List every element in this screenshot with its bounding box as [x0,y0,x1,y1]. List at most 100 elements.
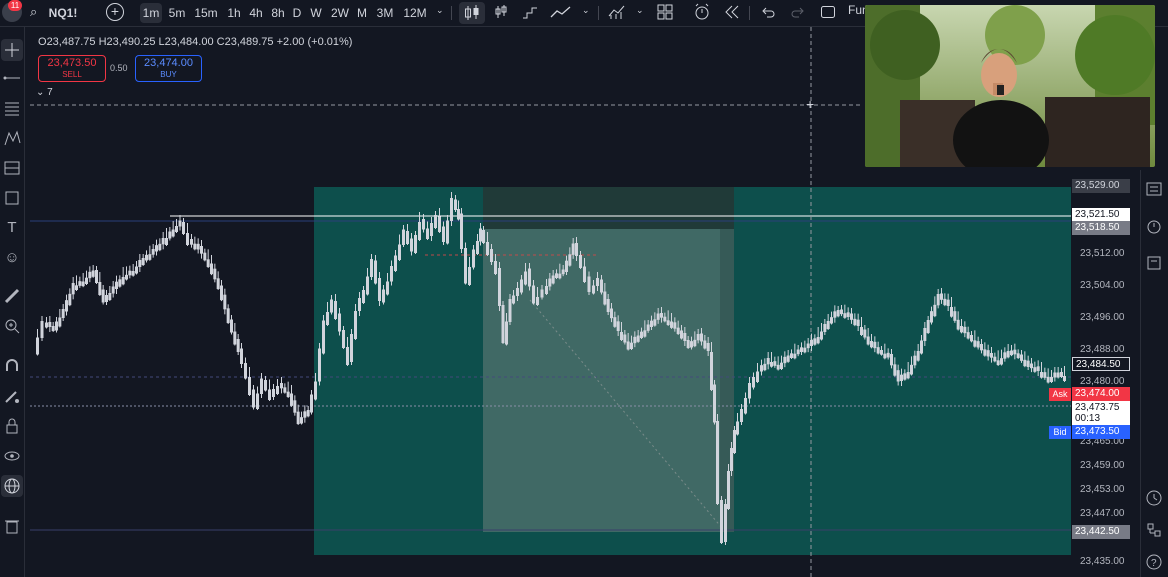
candle-body [976,341,980,348]
timeframe-8h[interactable]: 8h [268,3,288,23]
candle-body [916,351,920,361]
emoji-icon[interactable]: ☺ [1,247,23,269]
fullscreen-icon[interactable] [820,4,836,20]
timeframe-12m[interactable]: 12M [401,3,429,23]
candle-body [430,223,433,236]
replay-icon[interactable] [724,4,740,20]
candle-body [996,360,1000,365]
pattern-icon[interactable] [1,127,23,149]
alert-icon[interactable] [693,3,711,21]
candle-body [813,338,817,345]
trend-line-icon[interactable] [1,67,23,89]
candle-body [883,353,887,359]
timeframe-d[interactable]: D [290,3,304,23]
watchlist-icon[interactable] [1145,180,1163,198]
candle-body [310,394,313,413]
candle-body [616,321,620,331]
candle-body [950,307,953,317]
candle-body [780,362,783,369]
shapes-icon[interactable] [1,187,23,209]
candle-body [673,322,677,329]
candle-body [334,301,337,319]
candle-body [816,337,820,344]
alerts-panel-icon[interactable] [1145,218,1163,236]
candle-body [468,267,471,285]
axis-label: 23,496.00 [1080,312,1125,323]
candle-body [476,241,479,254]
candle-body [338,313,341,332]
timeframe-1h[interactable]: 1h [224,3,244,23]
chevron-down-icon[interactable]: ⌄ [436,5,444,16]
candle-body [990,353,993,358]
sell-button[interactable]: 23,473.50 SELL [38,55,106,82]
bar-chart-type-icon[interactable] [493,4,509,20]
replay-clock-icon[interactable] [1144,488,1164,508]
news-icon[interactable] [1145,254,1163,272]
candle-body [366,276,369,295]
timeframe-15m[interactable]: 15m [193,3,219,23]
undo-icon[interactable] [760,4,776,20]
timeframe-m[interactable]: M [355,3,369,23]
candle-body [390,266,393,282]
ruler-icon[interactable] [1,285,23,307]
trash-icon[interactable] [1,515,23,537]
indicators-collapse-button[interactable]: ⌄ 7 [36,87,62,103]
candles-chart-type-icon[interactable] [459,2,485,24]
add-symbol-icon[interactable]: + [106,3,124,21]
separator [598,6,599,20]
candle-body [178,220,182,227]
candle-body [248,377,251,395]
candle-body [960,326,963,333]
ask-badge: Ask [1049,388,1071,401]
object-tree-icon[interactable] [1144,520,1164,540]
axis-label: 23,435.00 [1080,556,1125,567]
candle-body [276,386,279,394]
candle-body [579,255,582,268]
buy-button[interactable]: 23,474.00 BUY [135,55,202,82]
line-chart-icon[interactable] [550,4,572,20]
candle-body [450,198,453,221]
candle-body [763,363,767,371]
text-tool-icon[interactable]: T [1,217,23,239]
layouts-icon[interactable] [657,4,673,20]
timeframe-2w[interactable]: 2W [328,3,352,23]
symbol-name[interactable]: NQ1! [46,3,80,23]
lock-icon[interactable] [1,415,23,437]
forecast-icon[interactable] [1,157,23,179]
candle-body [61,309,65,318]
timeframe-w[interactable]: W [308,3,324,23]
candle-body [876,347,880,354]
candle-body [626,341,630,350]
chevron-down-icon[interactable]: ⌄ [636,5,644,16]
zoom-in-icon[interactable] [1,315,23,337]
step-line-icon[interactable] [522,4,538,20]
candle-body [973,340,977,347]
candle-body [479,228,482,242]
redo-icon[interactable] [790,4,806,20]
stay-drawing-icon[interactable] [1,385,23,407]
fib-retracement-icon[interactable] [1,97,23,119]
indicators-icon[interactable] [608,4,626,20]
search-icon[interactable]: ⌕ [30,4,37,20]
crosshair-icon[interactable] [1,39,23,61]
timeframe-4h[interactable]: 4h [246,3,266,23]
help-icon[interactable]: ? [1144,552,1164,572]
timeframe-5m[interactable]: 5m [166,3,188,23]
candle-body [1006,351,1010,358]
candle-body [653,319,657,326]
candle-body [606,299,610,312]
candle-body [896,370,900,382]
timeframe-3m[interactable]: 3M [374,3,396,23]
globe-icon[interactable] [1,475,23,497]
eye-icon[interactable] [1,445,23,467]
candle-body [623,334,627,343]
candle-body [600,279,603,293]
magnet-icon[interactable] [1,355,23,377]
candle-body [956,319,960,330]
candle-body [168,231,172,239]
candle-body [836,310,840,317]
chevron-down-icon[interactable]: ⌄ [582,5,590,16]
candle-body [175,226,178,232]
timeframe-1m[interactable]: 1m [140,3,162,23]
ohlc-legend: O23,487.75 H23,490.25 L23,484.00 C23,489… [38,36,352,48]
